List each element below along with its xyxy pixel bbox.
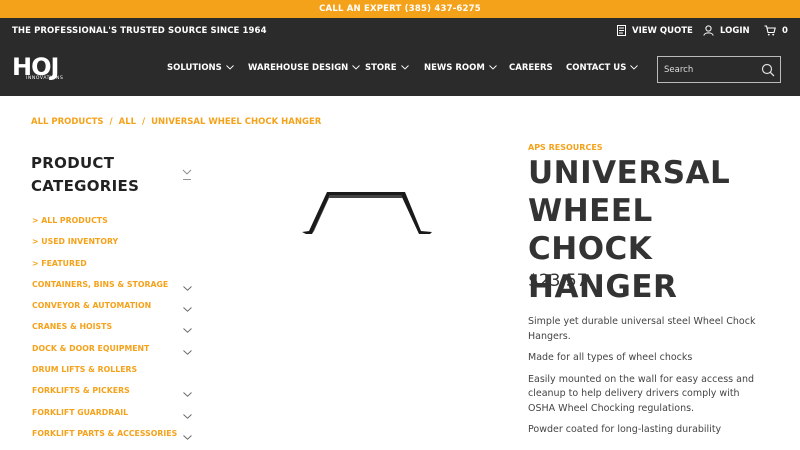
- category-label: > USED INVENTORY: [32, 237, 119, 247]
- sidebar-title: PRODUCT CATEGORIES: [31, 154, 140, 195]
- chevron-down-icon: [225, 63, 234, 73]
- category-cranes[interactable]: CRANES & HOISTS: [32, 318, 197, 339]
- user-icon: [703, 25, 714, 36]
- category-label: CRANES & HOISTS: [32, 322, 113, 332]
- category-used-inventory[interactable]: > USED INVENTORY: [32, 233, 197, 254]
- chevron-down-icon: [489, 63, 497, 73]
- category-dock-door[interactable]: DOCK & DOOR EQUIPMENT: [32, 340, 197, 361]
- chevron-down-icon[interactable]: [183, 408, 192, 426]
- category-label: > FEATURED: [32, 258, 87, 268]
- view-quote-link[interactable]: VIEW QUOTE: [617, 25, 693, 36]
- breadcrumb-all[interactable]: ALL: [119, 117, 136, 127]
- category-featured[interactable]: > FEATURED: [32, 255, 197, 276]
- category-forklift-guardrail[interactable]: FORKLIFT GUARDRAIL: [32, 404, 197, 425]
- nav-label: SOLUTIONS: [167, 63, 222, 73]
- site-header: THE PROFESSIONAL'S TRUSTED SOURCE SINCE …: [0, 18, 800, 96]
- nav-label: WAREHOUSE DESIGN: [248, 63, 349, 73]
- view-quote-label: VIEW QUOTE: [632, 25, 693, 36]
- product-vendor[interactable]: APS RESOURCES: [528, 143, 603, 152]
- chevron-down-icon: [630, 63, 639, 73]
- nav-label: CAREERS: [509, 63, 553, 73]
- nav-contact-us[interactable]: CONTACT US: [566, 63, 639, 73]
- nav-label: CONTACT US: [566, 63, 627, 73]
- category-label: DRUM LIFTS & ROLLERS: [32, 365, 138, 375]
- logo-text: HOJ: [12, 53, 59, 81]
- category-label: FORKLIFT GUARDRAIL: [32, 407, 129, 417]
- breadcrumb: ALL PRODUCTS / ALL / UNIVERSAL WHEEL CHO…: [31, 117, 321, 127]
- description-paragraph: Made for all types of wheel chocks: [528, 352, 693, 363]
- nav-careers[interactable]: CAREERS: [509, 63, 553, 73]
- login-label: LOGIN: [720, 25, 750, 36]
- product-price: $23.57: [528, 271, 588, 291]
- category-containers[interactable]: CONTAINERS, BINS & STORAGE: [32, 276, 197, 297]
- category-label: FORKLIFTS & PICKERS: [32, 386, 130, 396]
- category-label: CONVEYOR & AUTOMATION: [32, 301, 152, 311]
- product-image[interactable]: [300, 190, 434, 240]
- chevron-down-icon: [400, 63, 409, 73]
- category-conveyor[interactable]: CONVEYOR & AUTOMATION: [32, 297, 197, 318]
- category-label: CONTAINERS, BINS & STORAGE: [32, 279, 169, 289]
- description-paragraph: Powder coated for long-lasting durabilit…: [528, 424, 722, 435]
- nav-label: STORE: [365, 63, 397, 73]
- announcement-bar[interactable]: CALL AN EXPERT (385) 437-6275: [0, 0, 800, 18]
- chevron-down-icon[interactable]: [183, 344, 192, 362]
- description-paragraph: Simple yet durable universal steel Wheel…: [528, 316, 756, 342]
- nav-solutions[interactable]: SOLUTIONS: [167, 63, 234, 73]
- cart-link[interactable]: 0: [764, 25, 788, 36]
- category-list: > ALL PRODUCTS > USED INVENTORY > FEATUR…: [32, 212, 197, 446]
- tagline: THE PROFESSIONAL'S TRUSTED SOURCE SINCE …: [12, 26, 267, 36]
- chevron-down-icon[interactable]: [183, 429, 192, 447]
- chevron-down-icon: [182, 166, 192, 185]
- cart-icon: [764, 25, 776, 36]
- chevron-down-icon: [352, 63, 361, 73]
- category-forklifts[interactable]: FORKLIFTS & PICKERS: [32, 382, 197, 403]
- chevron-down-icon[interactable]: [183, 386, 192, 404]
- category-label: > ALL PRODUCTS: [32, 216, 108, 225]
- chevron-down-icon[interactable]: [183, 322, 192, 340]
- search-input[interactable]: [658, 57, 754, 82]
- breadcrumb-all-products[interactable]: ALL PRODUCTS: [31, 117, 104, 127]
- search-icon[interactable]: [761, 62, 775, 81]
- breadcrumb-current[interactable]: UNIVERSAL WHEEL CHOCK HANGER: [151, 117, 321, 127]
- nav-news-room[interactable]: NEWS ROOM: [424, 63, 497, 73]
- category-label: FORKLIFT PARTS & ACCESSORIES: [32, 428, 178, 438]
- nav-warehouse-design[interactable]: WAREHOUSE DESIGN: [248, 63, 361, 73]
- category-forklift-parts[interactable]: FORKLIFT PARTS & ACCESSORIES: [32, 425, 197, 446]
- chevron-down-icon[interactable]: [183, 301, 192, 319]
- logo-subtext: INNOVATIONS: [26, 76, 64, 81]
- breadcrumb-separator: /: [109, 117, 113, 127]
- nav-store[interactable]: STORE: [365, 63, 409, 73]
- login-link[interactable]: LOGIN: [703, 25, 750, 36]
- call-expert-link[interactable]: CALL AN EXPERT (385) 437-6275: [319, 4, 481, 14]
- sidebar-toggle[interactable]: [182, 166, 192, 185]
- category-all-products[interactable]: > ALL PRODUCTS: [32, 212, 197, 233]
- description-paragraph: Easily mounted on the wall for easy acce…: [528, 373, 755, 414]
- quote-icon: [617, 25, 626, 36]
- chevron-down-icon[interactable]: [183, 280, 192, 298]
- search-box: [657, 56, 781, 83]
- category-drum-lifts[interactable]: DRUM LIFTS & ROLLERS: [32, 361, 197, 382]
- cart-count: 0: [782, 25, 788, 36]
- category-label: DOCK & DOOR EQUIPMENT: [32, 343, 150, 353]
- hoj-logo[interactable]: HOJ INNOVATIONS: [12, 53, 68, 86]
- nav-label: NEWS ROOM: [424, 63, 485, 73]
- breadcrumb-separator: /: [142, 117, 146, 127]
- product-description: Simple yet durable universal steel Wheel…: [528, 315, 768, 445]
- header-utility-row: THE PROFESSIONAL'S TRUSTED SOURCE SINCE …: [12, 18, 788, 46]
